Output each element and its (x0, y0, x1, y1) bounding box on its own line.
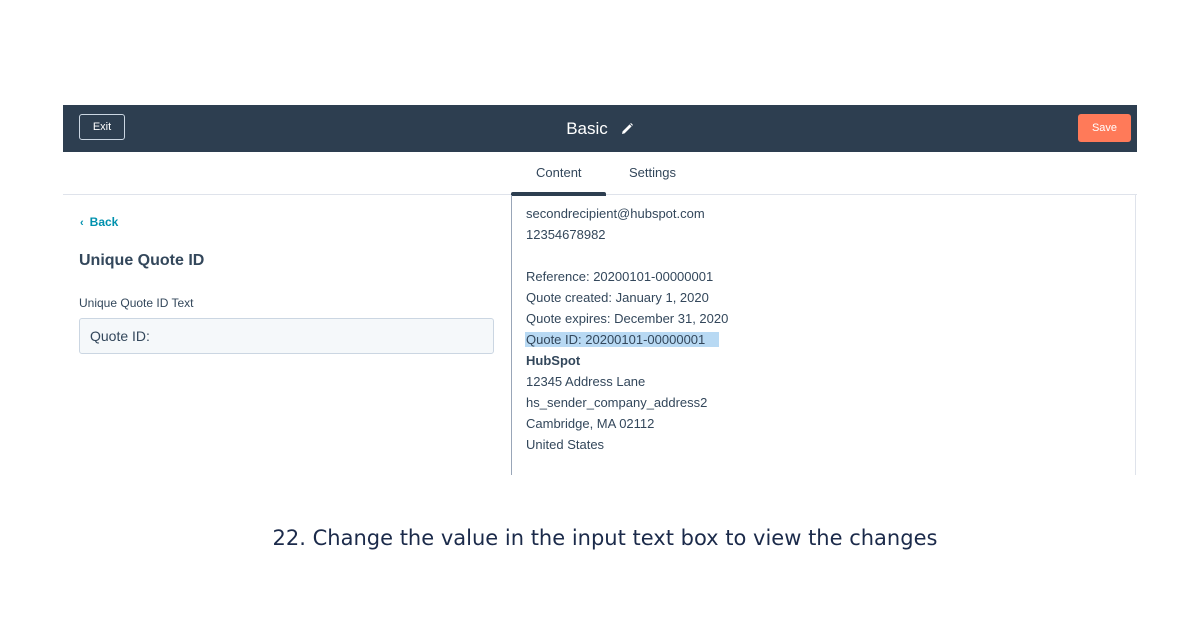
top-bar: Exit Basic Save (63, 105, 1137, 152)
field-label: Unique Quote ID Text (79, 296, 194, 310)
template-title[interactable]: Basic (566, 119, 608, 139)
tab-content[interactable]: Content (536, 165, 582, 180)
quote-created-line: Quote created: January 1, 2020 (526, 290, 709, 305)
reference-line: Reference: 20200101-00000001 (526, 269, 714, 284)
section-title: Unique Quote ID (79, 252, 205, 269)
address-line-2: hs_sender_company_address2 (526, 395, 708, 410)
exit-button[interactable]: Exit (79, 114, 125, 140)
quote-expires-line: Quote expires: December 31, 2020 (526, 311, 729, 326)
instruction-caption: 22. Change the value in the input text b… (272, 526, 938, 550)
module-settings-panel: ‹ Back Unique Quote ID Unique Quote ID Te… (63, 195, 511, 475)
tab-bar: Content Settings (63, 152, 1137, 196)
title-area: Basic (63, 105, 1137, 152)
unique-quote-id-text-input[interactable] (79, 318, 494, 354)
recipient-email: secondrecipient@hubspot.com (526, 206, 705, 221)
back-label: Back (89, 215, 119, 229)
recipient-phone: 12354678982 (526, 227, 606, 242)
save-button[interactable]: Save (1078, 114, 1131, 142)
tab-settings[interactable]: Settings (629, 165, 676, 180)
pencil-icon[interactable] (620, 122, 634, 136)
quote-id-line: Quote ID: 20200101-00000001 (525, 329, 728, 350)
quote-editor-screen: Exit Basic Save Content Settings ‹ Back U… (63, 105, 1137, 475)
quote-preview: secondrecipient@hubspot.com 12354678982 … (511, 195, 1136, 475)
address-line-1: 12345 Address Lane (526, 374, 646, 389)
city-state-zip: Cambridge, MA 02112 (526, 416, 655, 431)
sender-company: HubSpot (526, 353, 581, 368)
highlighted-quote-id: Quote ID: 20200101-00000001 (525, 332, 720, 347)
chevron-left-icon: ‹ (80, 217, 84, 229)
back-link[interactable]: ‹ Back (80, 215, 118, 229)
country: United States (526, 437, 605, 452)
preview-lines: secondrecipient@hubspot.com 12354678982 … (525, 203, 729, 455)
